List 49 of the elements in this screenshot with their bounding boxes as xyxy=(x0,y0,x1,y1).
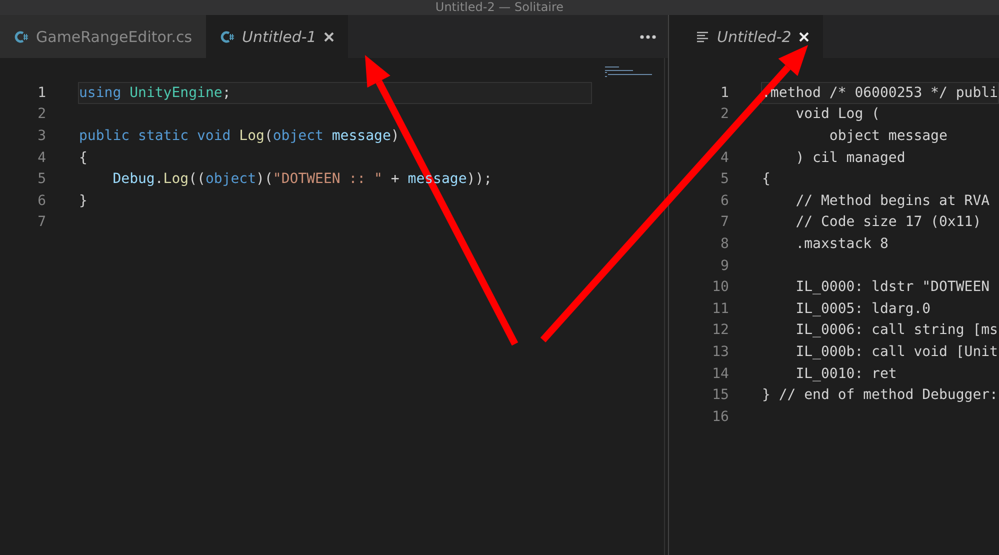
line-number: 6 xyxy=(720,192,729,209)
line-number: 11 xyxy=(711,300,729,317)
line-number: 2 xyxy=(720,106,729,122)
line-number: 15 xyxy=(711,387,729,404)
code-line: } xyxy=(79,192,88,209)
minimap-drawing xyxy=(605,66,653,80)
line-number: 7 xyxy=(36,214,46,230)
line-number: 1 xyxy=(720,84,729,101)
line-number: 1 xyxy=(36,84,46,101)
code-line: // Code size 17 (0x11) xyxy=(794,214,982,230)
line-number: 2 xyxy=(36,106,46,122)
line-number: 7 xyxy=(720,214,729,230)
line-number: 4 xyxy=(720,150,729,166)
csharp-file-icon xyxy=(220,30,234,42)
code-line: using UnityEngine; xyxy=(79,84,231,101)
csharp-file-icon xyxy=(14,30,28,42)
code-line: void Log ( xyxy=(794,106,880,122)
code-line: IL_0006: call string [ms xyxy=(794,322,998,338)
code-line: IL_0010: ret xyxy=(794,366,897,382)
line-number: 5 xyxy=(720,171,729,188)
text-lines-icon xyxy=(696,30,709,42)
code-line: } // end of method Debugger: xyxy=(762,387,998,404)
code-line: IL_0000: ldstr "DOTWEEN xyxy=(794,279,990,296)
code-line: object message xyxy=(828,128,948,144)
line-number: 8 xyxy=(720,236,729,252)
close-icon[interactable] xyxy=(324,32,334,42)
code-line: { xyxy=(762,171,770,188)
code-line: ) cil managed xyxy=(794,150,906,166)
window-title: Untitled-2 — Solitaire xyxy=(435,0,564,15)
line-number: 13 xyxy=(711,344,729,360)
line-number: 14 xyxy=(711,366,729,382)
code-line: // Method begins at RVA xyxy=(794,192,990,209)
editor-tab[interactable]: GameRangeEditor.cs xyxy=(0,15,206,58)
line-number: 6 xyxy=(36,192,46,209)
line-number: 9 xyxy=(720,258,729,274)
line-number: 12 xyxy=(711,322,729,338)
code-line: IL_000b: call void [Unit xyxy=(794,344,998,360)
line-number: 5 xyxy=(36,171,46,188)
more-icon[interactable] xyxy=(640,34,656,38)
editor-tab[interactable]: Untitled-2 xyxy=(682,15,824,58)
code-line: public static void Log(object message) xyxy=(79,128,400,144)
line-number: 16 xyxy=(711,408,729,425)
line-number: 10 xyxy=(711,279,729,296)
code-line: .maxstack 8 xyxy=(794,236,888,252)
code-line: IL_0005: ldarg.0 xyxy=(794,300,931,317)
line-number: 4 xyxy=(36,150,46,166)
line-number: 3 xyxy=(36,128,46,144)
editor-tab[interactable]: Untitled-1 xyxy=(206,15,348,58)
code-line: { xyxy=(79,150,88,166)
